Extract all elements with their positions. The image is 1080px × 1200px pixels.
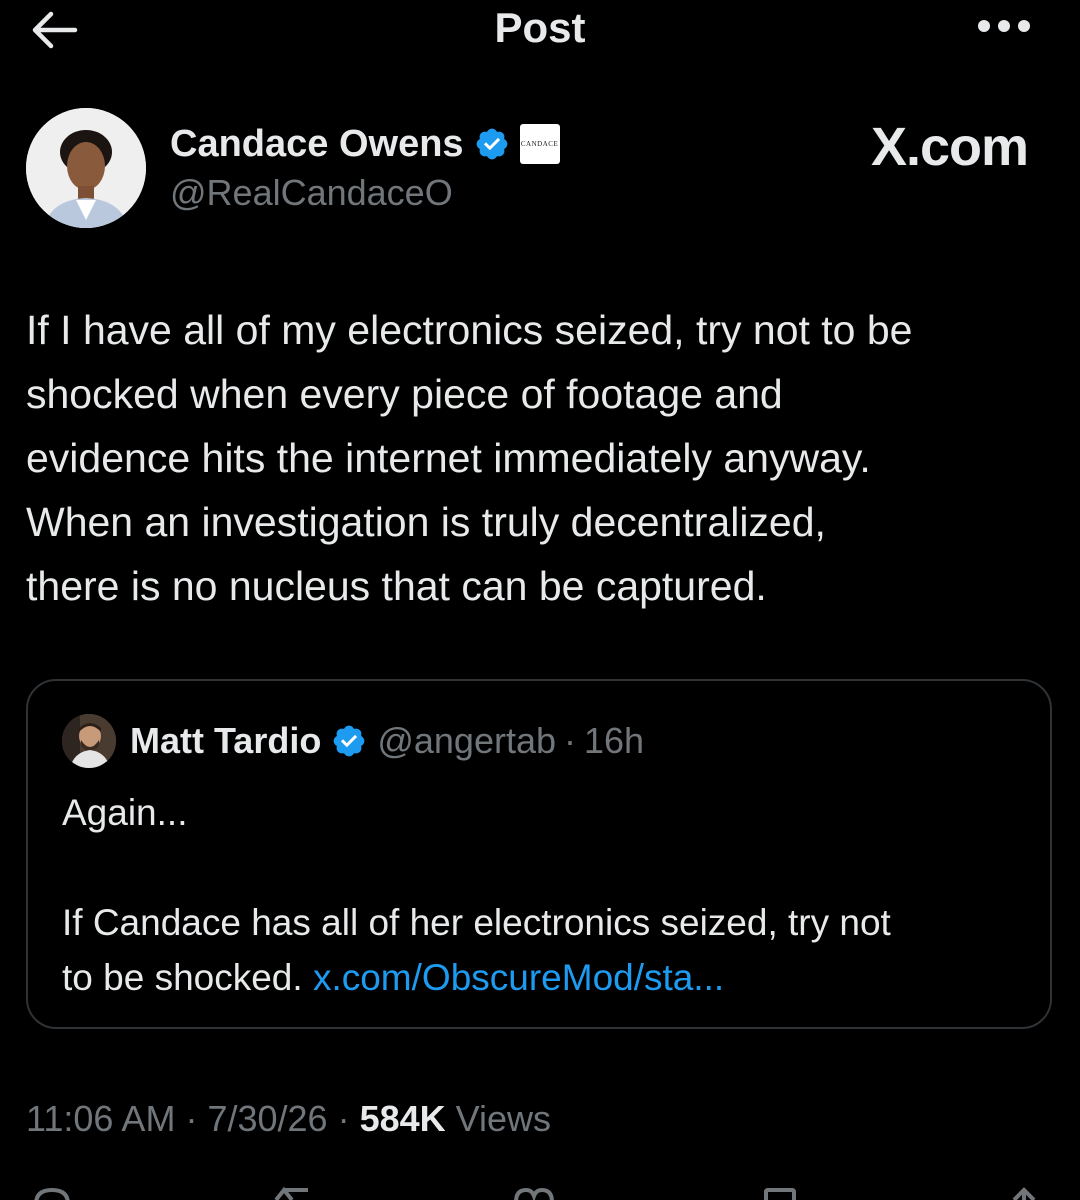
affiliate-badge-text: CANDACE [520, 140, 559, 148]
more-options-button[interactable] [974, 6, 1034, 46]
bookmark-icon[interactable] [756, 1186, 804, 1200]
affiliate-badge[interactable]: CANDACE [519, 124, 560, 164]
post-text-line: evidence hits the internet immediately a… [26, 435, 871, 481]
page-title: Post [494, 4, 586, 51]
post-text-line: If I have all of my electronics seized, … [26, 307, 913, 353]
author-avatar[interactable] [26, 108, 146, 228]
quoted-text-line: Again... [62, 792, 188, 833]
quoted-author-handle[interactable]: @angertab [377, 720, 556, 762]
more-horizontal-icon [978, 20, 1030, 32]
separator-dot: · [337, 1098, 350, 1139]
verified-badge-icon[interactable] [474, 126, 510, 162]
action-bar [0, 1180, 1080, 1200]
separator-dot: · [564, 720, 576, 761]
author-photo [26, 108, 146, 228]
share-icon[interactable] [1000, 1186, 1048, 1200]
quoted-post-time: 16h [584, 720, 645, 761]
quoted-post-header: Matt Tardio @angertab · 16h [62, 713, 644, 769]
like-icon[interactable] [510, 1186, 558, 1200]
post-meta: 11:06 AM · 7/30/26 · 584K Views [26, 1094, 551, 1144]
post-text-line: shocked when every piece of footage and [26, 371, 783, 417]
watermark: X.com [870, 117, 1029, 177]
quoted-post-link[interactable]: x.com/ObscureMod/sta... [313, 957, 724, 998]
post-date: 7/30/26 [207, 1098, 328, 1139]
post-time: 11:06 AM [26, 1098, 176, 1139]
quoted-post-card[interactable]: Matt Tardio @angertab · 16h Again... If … [26, 679, 1052, 1029]
views-label: Views [455, 1098, 552, 1139]
post-page: Post Candace Owens CANDACE @RealCandaceO… [0, 0, 1080, 1200]
quoted-author-avatar[interactable] [62, 714, 116, 768]
post-text: If I have all of my electronics seized, … [26, 298, 1056, 618]
separator-dot: · [185, 1098, 198, 1139]
post-text-line: When an investigation is truly decentral… [26, 499, 826, 545]
repost-icon[interactable] [268, 1186, 316, 1200]
top-bar: Post [0, 0, 1080, 60]
author-handle[interactable]: @RealCandaceO [170, 172, 453, 214]
quoted-author-name[interactable]: Matt Tardio [130, 720, 321, 762]
quoted-text-line: to be shocked. x.com/ObscureMod/sta... [62, 950, 1032, 1005]
views-count[interactable]: 584K [360, 1098, 446, 1140]
reply-icon[interactable] [28, 1186, 76, 1200]
quoted-text-prefix: to be shocked. [62, 957, 303, 998]
quoted-author-photo [62, 714, 116, 768]
quoted-text-line: If Candace has all of her electronics se… [62, 902, 891, 943]
author-name[interactable]: Candace Owens [170, 123, 464, 166]
post-text-line: there is no nucleus that can be captured… [26, 563, 767, 609]
quoted-post-text: Again... If Candace has all of her elect… [62, 785, 1032, 1005]
verified-badge-icon[interactable] [331, 723, 367, 759]
author-name-row: Candace Owens CANDACE [170, 120, 560, 168]
